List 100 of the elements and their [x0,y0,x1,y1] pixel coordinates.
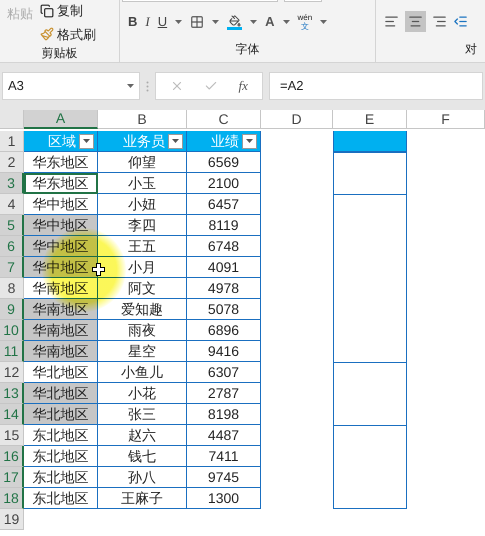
caret-icon [320,20,328,24]
table-cell: 9745 [187,467,261,488]
brush-icon [40,27,54,42]
table-cell: 6896 [187,320,261,341]
table-cell: 爱知趣 [98,299,187,320]
table-cell: 华南地区 [24,299,98,320]
table-cell: 华东地区 [24,152,98,173]
row-header[interactable]: 17 [0,467,24,488]
column-header[interactable]: B [98,110,187,129]
table-cell: 孙八 [98,467,187,488]
column-header[interactable]: A [24,110,98,129]
table-cell: 2100 [187,173,261,194]
table-cell: 华北地区 [24,383,98,404]
column-header[interactable]: E [333,110,407,129]
row-header[interactable]: 5 [0,215,24,236]
row-header[interactable]: 11 [0,341,24,362]
align-left-icon [384,14,399,28]
row-header[interactable]: 4 [0,194,24,215]
format-painter-button[interactable]: 格式刷 [40,24,96,44]
table-cell: 4487 [187,425,261,446]
table-cell: 王麻子 [98,488,187,509]
row-header[interactable]: 18 [0,488,24,509]
row-header[interactable]: 2 [0,152,24,173]
font-color-button[interactable]: A [265,12,275,32]
column-header[interactable]: F [407,110,485,129]
table-cell: 仰望 [98,152,187,173]
row-header[interactable]: 16 [0,446,24,467]
row-header[interactable]: 12 [0,362,24,383]
table-cell: 李四 [98,215,187,236]
filter-button[interactable] [242,134,257,148]
borders-icon [190,15,204,29]
italic-button[interactable]: I [145,12,150,32]
group-label: 剪贴板 [40,45,78,62]
align-right-icon [432,14,447,28]
table-cell: 钱七 [98,446,187,467]
table-cell: 阿文 [98,278,187,299]
group-label: 字体 [234,41,260,58]
row-header[interactable]: 9 [0,299,24,320]
row-header[interactable]: 3 [0,173,24,194]
header-cell: 区域 [24,131,98,152]
table-cell: 东北地区 [24,488,98,509]
row-header[interactable]: 8 [0,278,24,299]
caret-icon [250,20,258,24]
filter-button[interactable] [79,134,94,148]
caret-icon [246,139,253,143]
table-cell: 小鱼儿 [98,362,187,383]
table-cell: 华东地区 [24,173,98,194]
formula-field[interactable]: =A2 [269,72,483,100]
name-box[interactable]: A3 [2,72,140,100]
table-cell: 东北地区 [24,467,98,488]
row-header[interactable]: 10 [0,320,24,341]
table-cell: 7411 [187,446,261,467]
underline-button[interactable]: U [158,12,168,32]
caret-icon [172,139,179,143]
table-cell: 东北地区 [24,446,98,467]
fill-color-icon [227,14,242,30]
table-cell: 5078 [187,299,261,320]
header-cell: 业务员 [98,131,187,152]
table-cell: 雨夜 [98,320,187,341]
table-cell: 东北地区 [24,425,98,446]
table-cell: 2787 [187,383,261,404]
row-header[interactable]: 7 [0,257,24,278]
table-cell: 华中地区 [24,215,98,236]
table-cell: 华中地区 [24,257,98,278]
caret-icon [83,139,90,143]
table-cell: 6748 [187,236,261,257]
table-cell: 小妞 [98,194,187,215]
row-header[interactable]: 13 [0,383,24,404]
table-cell: 4091 [187,257,261,278]
phonetic-button[interactable]: wén 文 [298,13,312,31]
table-cell: 4978 [187,278,261,299]
table-cell: 6569 [187,152,261,173]
table-cell: 华北地区 [24,362,98,383]
filter-button[interactable] [168,134,183,148]
copy-icon [40,4,54,18]
table-cell: 华中地区 [24,194,98,215]
column-header[interactable]: C [187,110,261,129]
column-header[interactable]: D [261,110,333,129]
insert-function-button[interactable]: fx [238,76,248,96]
caret-icon [175,20,182,24]
bold-button[interactable]: B [128,12,138,32]
table-cell: 华北地区 [24,404,98,425]
row-header[interactable]: 1 [0,131,24,152]
copy-button[interactable]: 复制 [40,1,96,20]
header-cell: 业绩 [187,131,261,152]
caret-icon [212,20,220,24]
table-cell: 1300 [187,488,261,509]
row-header[interactable]: 6 [0,236,24,257]
row-header[interactable]: 19 [0,509,24,530]
table-cell: 8119 [187,215,261,236]
row-header[interactable]: 14 [0,404,24,425]
row-header[interactable]: 15 [0,425,24,446]
table-cell: 小玉 [98,173,187,194]
caret-icon [127,84,134,88]
caret-icon [282,20,290,24]
table-cell: 6307 [187,362,261,383]
align-center-button[interactable] [405,10,426,32]
table-cell: 小月 [98,257,187,278]
indent-icon [453,14,468,28]
align-center-icon [408,14,423,28]
